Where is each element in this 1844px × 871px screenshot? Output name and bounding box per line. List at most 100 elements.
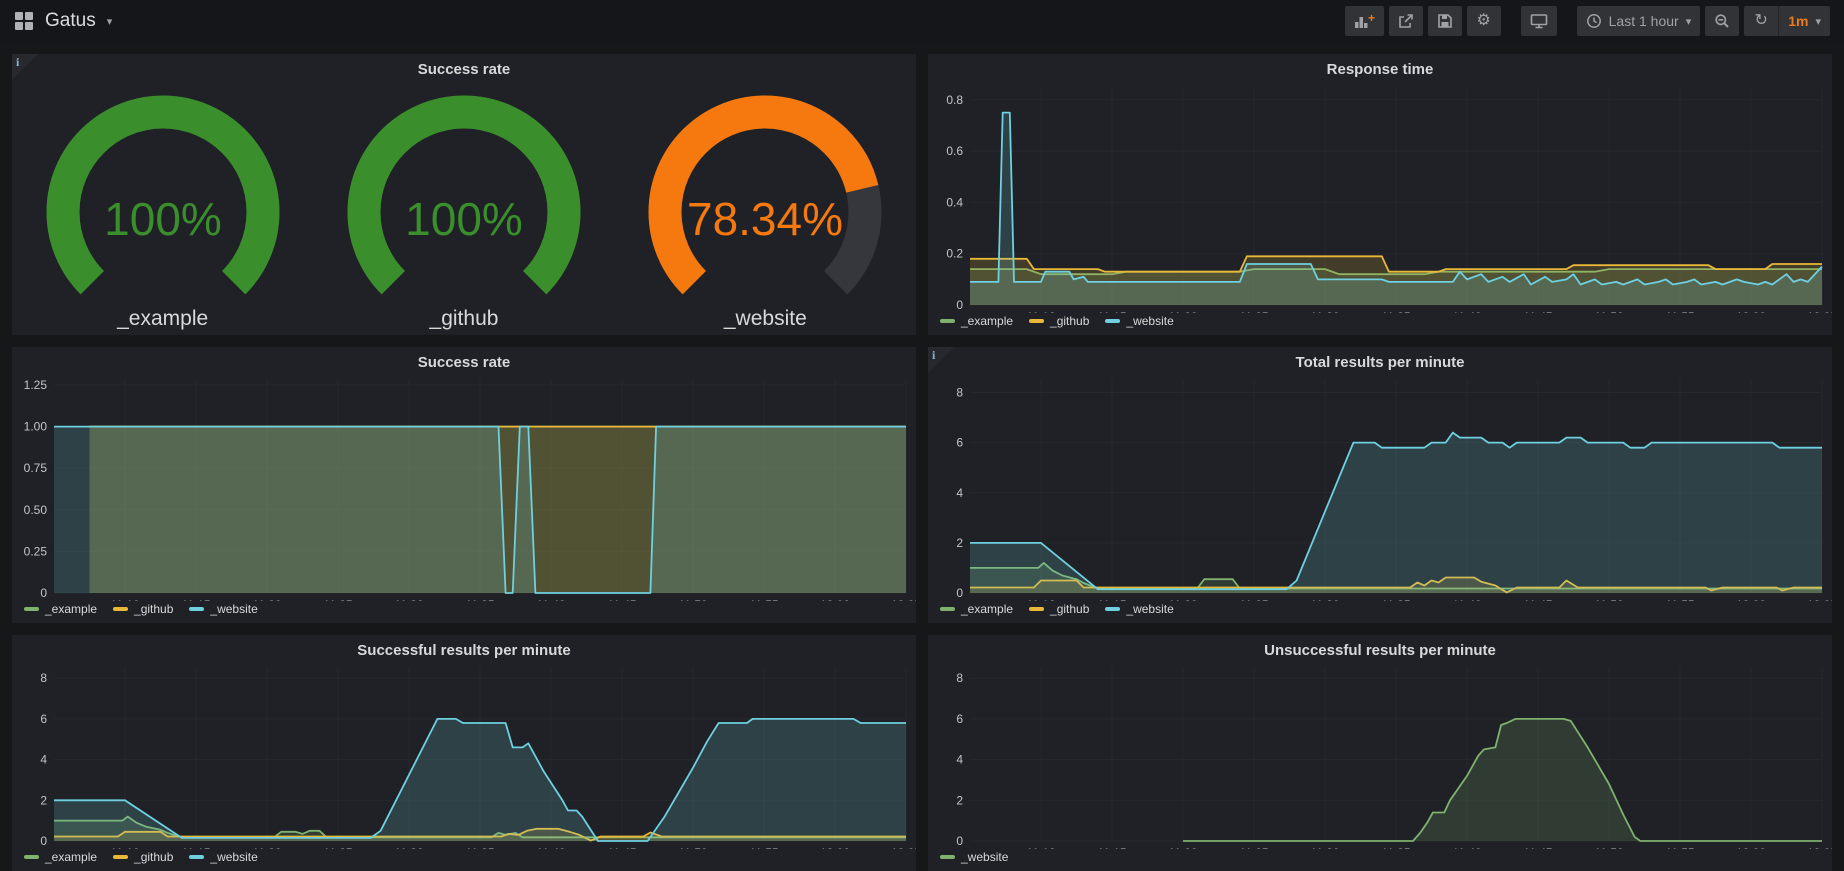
legend-item-_example[interactable]: _example <box>24 850 97 864</box>
time-range-caret-icon: ▾ <box>1686 15 1692 28</box>
svg-text:11:35: 11:35 <box>465 846 494 849</box>
svg-text:11:45: 11:45 <box>607 598 636 601</box>
cycle-view-mode-button[interactable] <box>1521 6 1557 36</box>
svg-text:12:05: 12:05 <box>891 598 916 601</box>
svg-text:12:00: 12:00 <box>1736 310 1766 313</box>
legend-item-_website[interactable]: _website <box>940 850 1008 864</box>
legend-swatch <box>24 855 39 859</box>
add-panel-button[interactable]: + <box>1345 6 1384 36</box>
svg-text:11:50: 11:50 <box>678 846 707 849</box>
svg-text:11:30: 11:30 <box>1310 846 1339 849</box>
panel-info-icon[interactable]: i <box>12 54 38 80</box>
panel-total-results: Total results per minute 0246811:1011:15… <box>928 347 1832 623</box>
time-range-picker-button[interactable]: Last 1 hour ▾ <box>1577 6 1701 36</box>
svg-text:4: 4 <box>956 486 963 500</box>
svg-text:11:25: 11:25 <box>1239 310 1268 313</box>
panel-title[interactable]: Success rate <box>12 347 916 372</box>
svg-text:11:40: 11:40 <box>1452 846 1481 849</box>
legend-swatch <box>113 607 128 611</box>
dashboards-grid-icon[interactable] <box>14 11 34 31</box>
chart-plot[interactable]: 00.20.40.60.811:1011:1511:2011:2511:3011… <box>928 79 1832 313</box>
svg-text:11:20: 11:20 <box>252 598 281 601</box>
svg-text:11:50: 11:50 <box>1594 846 1623 849</box>
legend-item-_github[interactable]: _github <box>113 602 173 616</box>
legend: _example _github _website <box>12 601 916 623</box>
legend-item-_website[interactable]: _website <box>189 602 257 616</box>
svg-text:8: 8 <box>40 671 47 685</box>
time-range-label: Last 1 hour <box>1609 13 1679 29</box>
panel-successful-results: Successful results per minute 0246811:10… <box>12 635 916 871</box>
chart-plot[interactable]: 0246811:1011:1511:2011:2511:3011:3511:40… <box>12 660 916 849</box>
svg-text:12:05: 12:05 <box>1807 846 1832 849</box>
svg-text:0.6: 0.6 <box>946 144 963 158</box>
panel-unsuccessful-results: Unsuccessful results per minute 0246811:… <box>928 635 1832 871</box>
svg-text:11:30: 11:30 <box>394 598 423 601</box>
svg-text:11:30: 11:30 <box>1310 598 1339 601</box>
svg-text:8: 8 <box>956 386 963 400</box>
gauge-label: _website <box>724 307 807 331</box>
legend-item-_example[interactable]: _example <box>24 602 97 616</box>
legend-swatch <box>189 607 204 611</box>
svg-text:11:10: 11:10 <box>1026 598 1055 601</box>
panel-title[interactable]: Total results per minute <box>928 347 1832 372</box>
svg-text:11:30: 11:30 <box>1310 310 1339 313</box>
svg-text:11:40: 11:40 <box>536 846 565 849</box>
svg-text:11:25: 11:25 <box>1239 846 1268 849</box>
legend-item-_github[interactable]: _github <box>113 850 173 864</box>
legend-swatch <box>940 319 955 323</box>
svg-text:78.34%: 78.34% <box>687 193 843 245</box>
legend: _example _github _website <box>928 601 1832 623</box>
legend-item-_website[interactable]: _website <box>189 850 257 864</box>
refresh-interval-button[interactable]: 1m ▾ <box>1779 6 1830 36</box>
svg-text:11:15: 11:15 <box>1097 310 1126 313</box>
legend-item-_github[interactable]: _github <box>1029 314 1089 328</box>
svg-text:0.75: 0.75 <box>24 461 48 475</box>
legend-item-_website[interactable]: _website <box>1105 314 1173 328</box>
legend: _website <box>928 849 1832 871</box>
save-dashboard-button[interactable] <box>1428 6 1462 36</box>
svg-text:11:35: 11:35 <box>1381 846 1410 849</box>
panel-response-time: Response time 00.20.40.60.811:1011:1511:… <box>928 54 1832 335</box>
navbar: Gatus ▾ + <box>0 0 1844 42</box>
share-dashboard-button[interactable] <box>1389 6 1423 36</box>
svg-text:2: 2 <box>956 536 963 550</box>
dashboard-dropdown-caret-icon[interactable]: ▾ <box>107 15 113 28</box>
dashboard-title[interactable]: Gatus <box>45 10 96 32</box>
svg-text:11:55: 11:55 <box>749 598 778 601</box>
panel-title[interactable]: Response time <box>928 54 1832 79</box>
legend-item-_website[interactable]: _website <box>1105 602 1173 616</box>
svg-text:11:15: 11:15 <box>1097 598 1126 601</box>
clock-icon <box>1586 13 1602 29</box>
svg-text:11:50: 11:50 <box>1594 598 1623 601</box>
dashboard-settings-button[interactable]: ⚙ <box>1467 6 1501 36</box>
chart-plot[interactable]: 0246811:1011:1511:2011:2511:3011:3511:40… <box>928 660 1832 849</box>
legend-swatch <box>1029 319 1044 323</box>
svg-text:0.2: 0.2 <box>946 247 963 261</box>
refresh-button[interactable]: ↻ <box>1744 6 1778 36</box>
zoom-out-button[interactable] <box>1705 6 1739 36</box>
svg-text:11:10: 11:10 <box>1026 310 1055 313</box>
panel-title[interactable]: Unsuccessful results per minute <box>928 635 1832 660</box>
chart-plot[interactable]: 00.250.500.751.001.2511:1011:1511:2011:2… <box>12 372 916 601</box>
refresh-interval-label: 1m <box>1788 13 1808 29</box>
svg-text:6: 6 <box>40 712 47 726</box>
svg-text:0: 0 <box>956 834 963 848</box>
svg-text:12:00: 12:00 <box>1736 846 1766 849</box>
panel-title[interactable]: Successful results per minute <box>12 635 916 660</box>
legend-item-_example[interactable]: _example <box>940 602 1013 616</box>
gauge-label: _github <box>430 307 499 331</box>
chart-plot[interactable]: 0246811:1011:1511:2011:2511:3011:3511:40… <box>928 372 1832 601</box>
svg-text:0: 0 <box>956 298 963 312</box>
panel-info-icon[interactable]: i <box>928 347 954 373</box>
legend-item-_github[interactable]: _github <box>1029 602 1089 616</box>
panel-title[interactable]: Success rate <box>12 54 916 79</box>
svg-text:0: 0 <box>40 834 47 848</box>
svg-text:0: 0 <box>956 586 963 600</box>
svg-text:2: 2 <box>40 793 47 807</box>
legend-swatch <box>189 855 204 859</box>
svg-text:8: 8 <box>956 671 963 685</box>
svg-text:1.00: 1.00 <box>24 420 48 434</box>
svg-text:11:10: 11:10 <box>110 598 139 601</box>
svg-text:11:25: 11:25 <box>1239 598 1268 601</box>
legend-item-_example[interactable]: _example <box>940 314 1013 328</box>
